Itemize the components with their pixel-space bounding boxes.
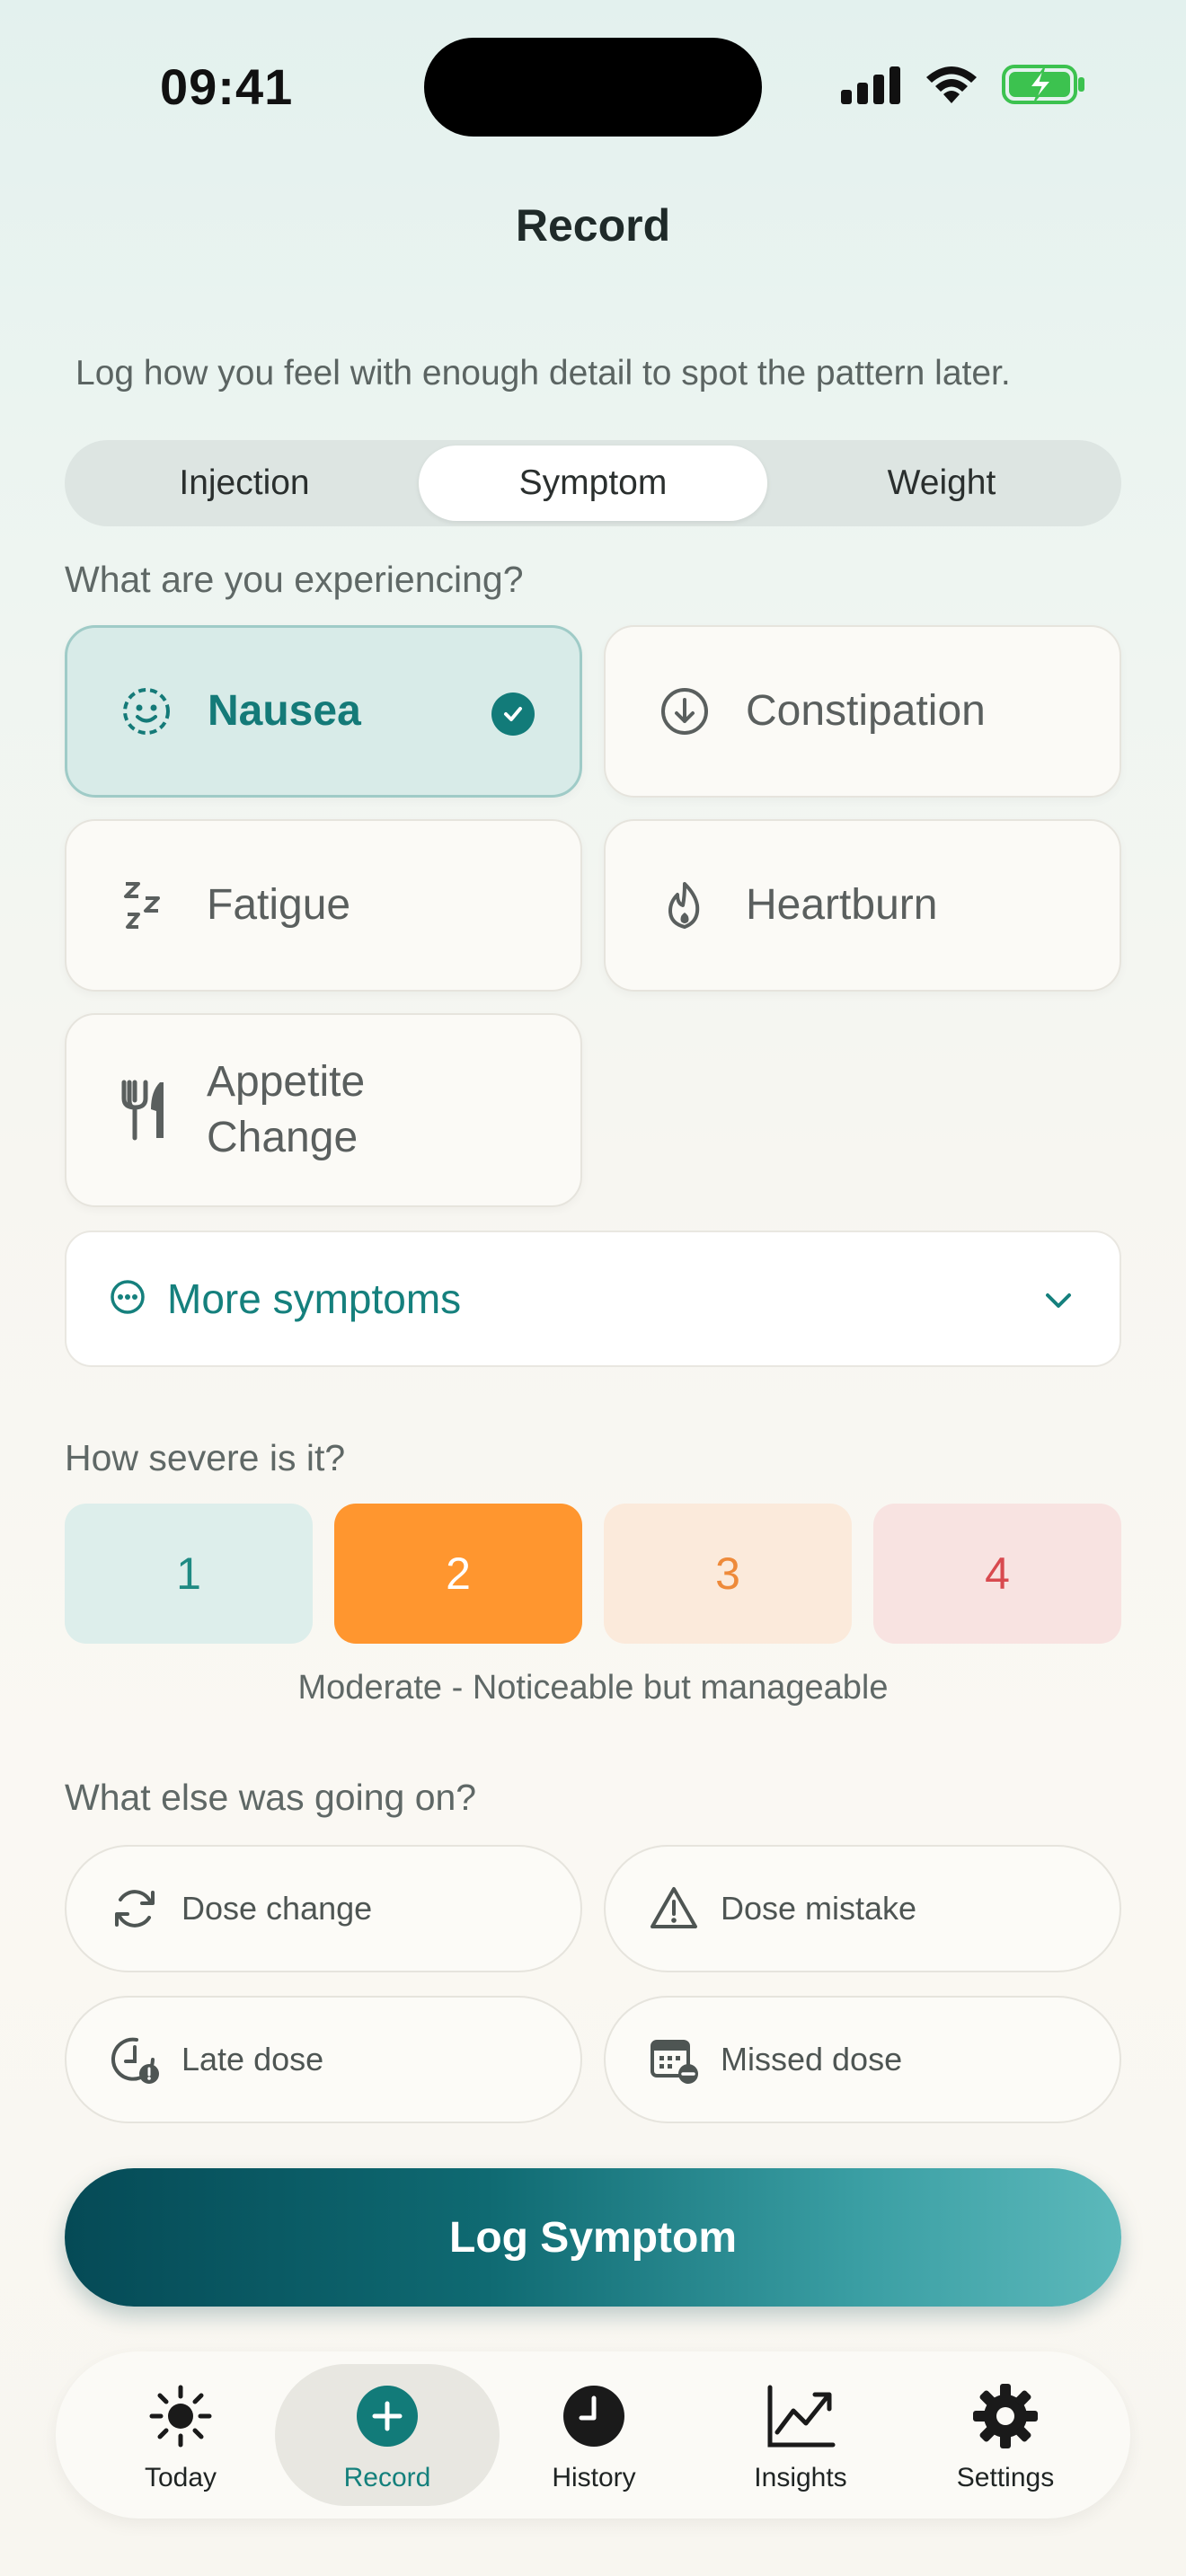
intro-text: Log how you feel with enough detail to s… <box>75 354 1011 393</box>
chip-dose-change[interactable]: Dose change <box>65 1845 582 1972</box>
chip-label: Dose change <box>181 1890 373 1927</box>
chip-late-dose[interactable]: Late dose <box>65 1996 582 2123</box>
signal-icon <box>841 66 900 104</box>
more-dots-icon <box>110 1279 146 1319</box>
symptom-label-line2: Change <box>207 1114 358 1161</box>
severity-4-button[interactable]: 4 <box>873 1504 1121 1644</box>
severity-3-button[interactable]: 3 <box>604 1504 852 1644</box>
clock-icon <box>563 2386 624 2447</box>
symptom-label: Heartburn <box>746 881 938 929</box>
tab-label: Record <box>343 2463 431 2492</box>
tab-label: History <box>552 2463 636 2492</box>
severity-caption: Moderate - Noticeable but manageable <box>297 1669 889 1707</box>
chip-label: Dose mistake <box>721 1890 917 1927</box>
wifi-icon <box>926 66 977 103</box>
bottom-tab-bar: Today Record History Insights Settings <box>56 2351 1130 2519</box>
segment-weight[interactable]: Weight <box>767 446 1116 521</box>
status-time: 09:41 <box>160 58 294 115</box>
warning-icon <box>647 1882 701 1936</box>
tab-label: Today <box>144 2463 217 2492</box>
record-type-segmented-control: Injection Symptom Weight <box>65 440 1121 526</box>
clock-alert-icon <box>108 2033 162 2086</box>
chart-line-icon <box>767 2385 836 2448</box>
severity-question: How severe is it? <box>65 1437 346 1478</box>
gear-icon <box>973 2384 1038 2448</box>
segment-symptom[interactable]: Symptom <box>419 446 767 521</box>
plus-circle-icon <box>357 2386 418 2447</box>
tab-today[interactable]: Today <box>68 2364 293 2506</box>
symptom-card-appetite-change[interactable]: Appetite Change <box>65 1013 582 1207</box>
symptom-card-fatigue[interactable]: Fatigue <box>65 819 582 992</box>
chevron-down-icon <box>1040 1283 1076 1323</box>
more-symptoms-dropdown[interactable]: More symptoms <box>65 1231 1121 1367</box>
symptom-label: Appetite Change <box>207 1054 365 1166</box>
flame-icon <box>656 877 713 934</box>
sun-icon <box>149 2385 212 2448</box>
chip-label: Late dose <box>181 2041 324 2078</box>
symptom-label-line1: Appetite <box>207 1058 366 1106</box>
symptom-label: Constipation <box>746 687 986 735</box>
arrow-down-circle-icon <box>656 683 713 740</box>
page-title: Record <box>515 200 671 251</box>
tab-record[interactable]: Record <box>275 2364 500 2506</box>
tab-insights[interactable]: Insights <box>688 2364 913 2506</box>
tab-label: Insights <box>754 2463 847 2492</box>
symptom-card-heartburn[interactable]: Heartburn <box>604 819 1121 992</box>
tab-settings[interactable]: Settings <box>893 2364 1118 2506</box>
chip-label: Missed dose <box>721 2041 903 2078</box>
tab-history[interactable]: History <box>482 2364 706 2506</box>
status-icons <box>839 63 1087 106</box>
severity-2-button[interactable]: 2 <box>334 1504 582 1644</box>
severity-1-button[interactable]: 1 <box>65 1504 313 1644</box>
chip-missed-dose[interactable]: Missed dose <box>604 1996 1121 2123</box>
symptom-card-constipation[interactable]: Constipation <box>604 625 1121 798</box>
zzz-icon <box>117 877 174 934</box>
face-dashed-icon <box>118 683 175 740</box>
chip-dose-mistake[interactable]: Dose mistake <box>604 1845 1121 1972</box>
refresh-icon <box>108 1882 162 1936</box>
symptom-label: Fatigue <box>207 881 351 929</box>
dynamic-island <box>424 38 762 137</box>
tab-label: Settings <box>956 2463 1055 2492</box>
battery-icon <box>1002 65 1084 104</box>
log-symptom-button[interactable]: Log Symptom <box>65 2168 1121 2307</box>
fork-knife-icon <box>117 1080 174 1141</box>
calendar-minus-icon <box>647 2033 701 2086</box>
symptoms-question: What are you experiencing? <box>65 559 524 600</box>
context-question: What else was going on? <box>65 1777 477 1818</box>
symptom-card-nausea[interactable]: Nausea <box>65 625 582 798</box>
more-symptoms-label: More symptoms <box>167 1275 462 1322</box>
segment-injection[interactable]: Injection <box>70 446 419 521</box>
check-icon <box>491 693 535 736</box>
symptom-label: Nausea <box>208 687 361 735</box>
